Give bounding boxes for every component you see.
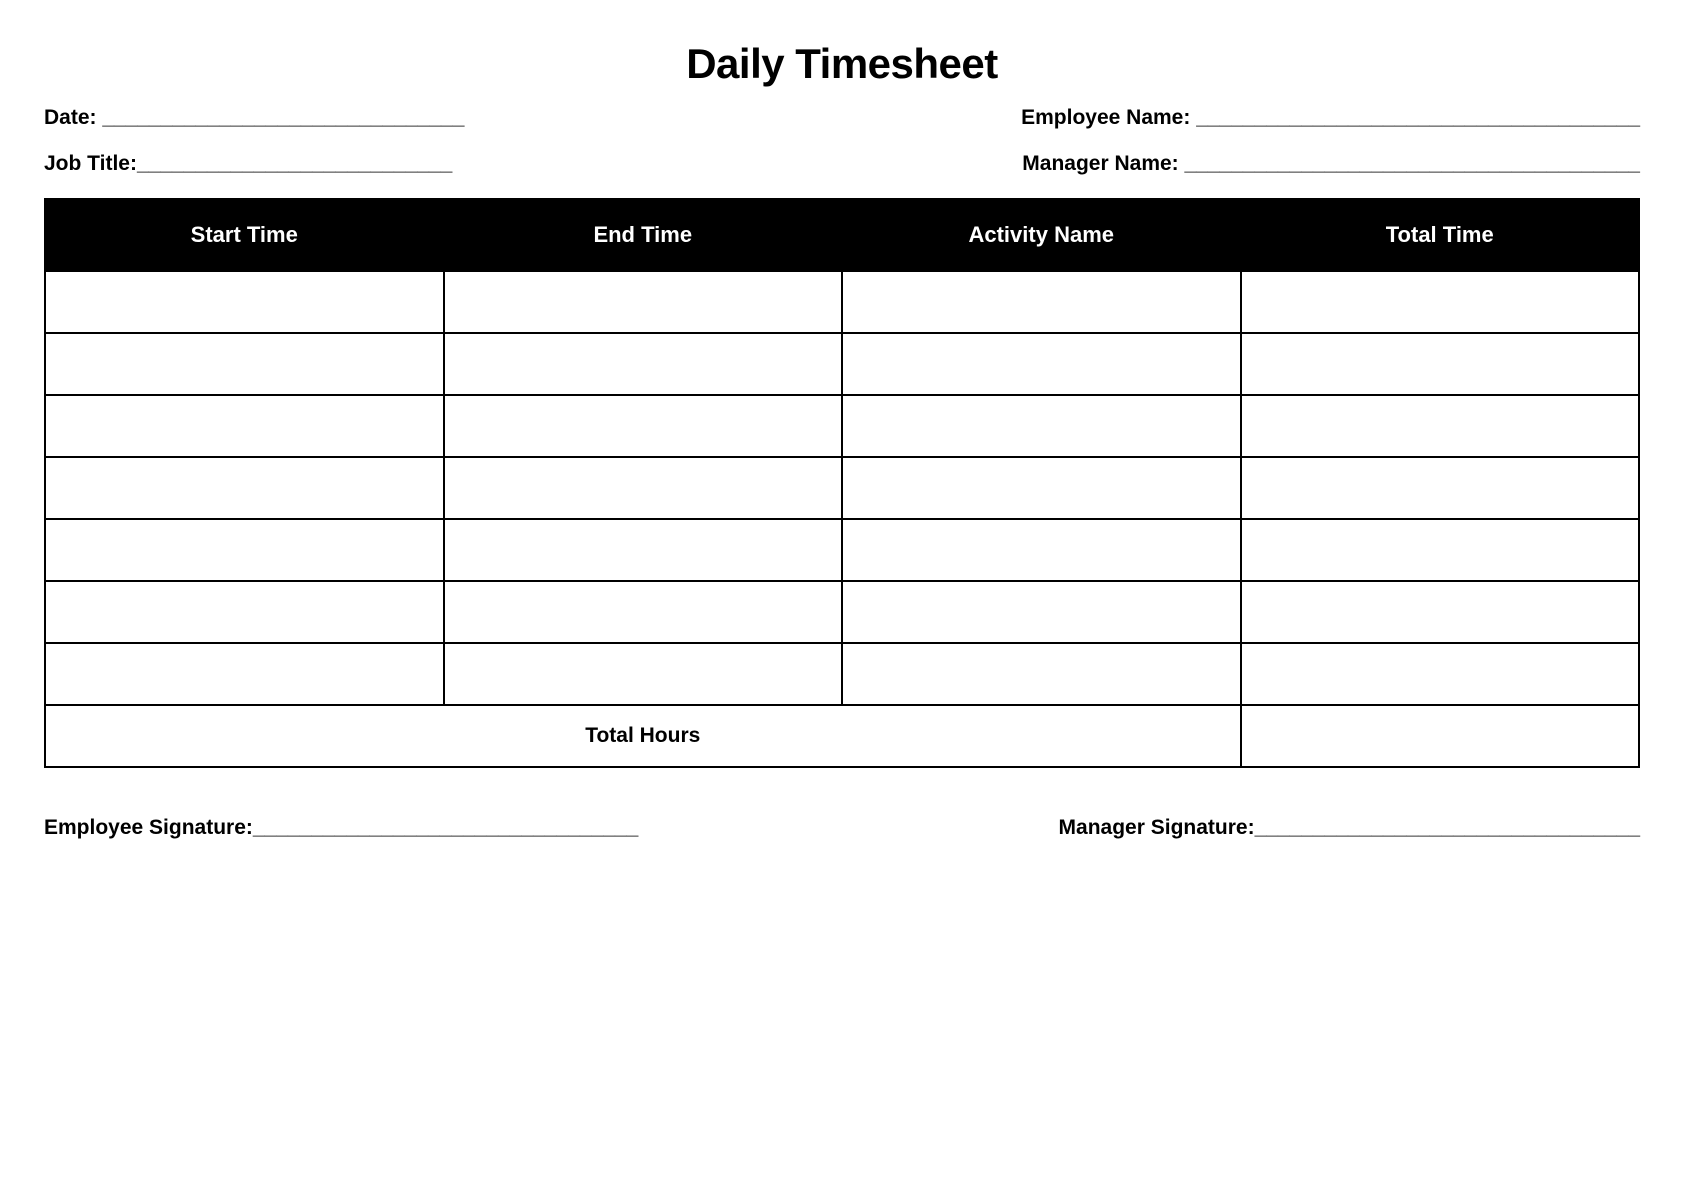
col-header-start-time: Start Time [45,199,444,271]
job-title-field[interactable]: Job Title:___________________________ [44,152,452,176]
table-row [45,581,1639,643]
col-header-total-time: Total Time [1241,199,1640,271]
table-row [45,395,1639,457]
table-row [45,271,1639,333]
page-title: Daily Timesheet [44,40,1640,88]
cell-start-time[interactable] [45,395,444,457]
cell-end-time[interactable] [444,395,843,457]
cell-start-time[interactable] [45,519,444,581]
cell-start-time[interactable] [45,581,444,643]
table-row [45,643,1639,705]
cell-end-time[interactable] [444,457,843,519]
manager-name-field[interactable]: Manager Name: __________________________… [1022,152,1640,176]
employee-signature-field[interactable]: Employee Signature:_____________________… [44,816,638,840]
cell-activity[interactable] [842,333,1241,395]
cell-end-time[interactable] [444,581,843,643]
signature-row: Employee Signature:_____________________… [44,816,1640,840]
cell-start-time[interactable] [45,271,444,333]
cell-total[interactable] [1241,643,1640,705]
cell-total[interactable] [1241,271,1640,333]
cell-start-time[interactable] [45,333,444,395]
total-hours-value[interactable] [1241,705,1640,767]
cell-total[interactable] [1241,457,1640,519]
field-row-1: Date: _______________________________ Em… [44,106,1640,130]
table-row [45,519,1639,581]
manager-signature-field[interactable]: Manager Signature:______________________… [1059,816,1640,840]
cell-end-time[interactable] [444,271,843,333]
date-field[interactable]: Date: _______________________________ [44,106,464,130]
cell-end-time[interactable] [444,519,843,581]
cell-activity[interactable] [842,395,1241,457]
table-body: Total Hours [45,271,1639,767]
total-hours-label: Total Hours [45,705,1241,767]
total-hours-row: Total Hours [45,705,1639,767]
table-row [45,457,1639,519]
cell-activity[interactable] [842,581,1241,643]
cell-activity[interactable] [842,271,1241,333]
employee-name-field[interactable]: Employee Name: _________________________… [1021,106,1640,130]
cell-activity[interactable] [842,457,1241,519]
timesheet-table: Start Time End Time Activity Name Total … [44,198,1640,768]
cell-total[interactable] [1241,581,1640,643]
table-header-row: Start Time End Time Activity Name Total … [45,199,1639,271]
cell-start-time[interactable] [45,457,444,519]
col-header-end-time: End Time [444,199,843,271]
cell-total[interactable] [1241,519,1640,581]
field-row-2: Job Title:___________________________ Ma… [44,152,1640,176]
cell-activity[interactable] [842,643,1241,705]
table-row [45,333,1639,395]
cell-start-time[interactable] [45,643,444,705]
col-header-activity: Activity Name [842,199,1241,271]
cell-total[interactable] [1241,395,1640,457]
cell-activity[interactable] [842,519,1241,581]
cell-end-time[interactable] [444,643,843,705]
cell-end-time[interactable] [444,333,843,395]
cell-total[interactable] [1241,333,1640,395]
